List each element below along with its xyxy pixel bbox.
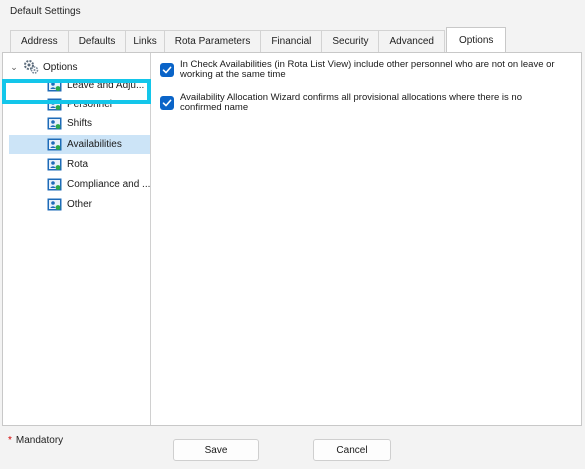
user-card-icon xyxy=(47,178,62,190)
window-title: Default Settings xyxy=(10,6,81,17)
tree-root-options[interactable]: ⌄ Options xyxy=(9,59,77,75)
options-panel: ⌄ Options Leave and Adju... Personnel Sh… xyxy=(2,52,582,426)
checkbox-check-availabilities[interactable] xyxy=(160,63,174,77)
tab-rota-parameters[interactable]: Rota Parameters xyxy=(163,30,262,52)
tree-item-other[interactable]: Other xyxy=(47,195,92,213)
tab-options[interactable]: Options xyxy=(445,27,507,52)
option-label: Availability Allocation Wizard confirms … xyxy=(180,92,522,113)
tab-financial[interactable]: Financial xyxy=(260,30,323,52)
option-check-availabilities[interactable]: In Check Availabilities (in Rota List Vi… xyxy=(160,60,560,80)
tab-bar: Address Defaults Links Rota Parameters F… xyxy=(10,27,507,52)
gears-icon xyxy=(24,60,39,74)
mandatory-label: Mandatory xyxy=(15,435,64,446)
user-card-icon xyxy=(47,138,62,150)
mandatory-star: * xyxy=(8,435,12,446)
checkbox-allocation-wizard[interactable] xyxy=(160,96,174,110)
checkmark-icon xyxy=(162,66,172,74)
tree-item-rota[interactable]: Rota xyxy=(47,155,88,173)
option-allocation-wizard[interactable]: Availability Allocation Wizard confirms … xyxy=(160,93,560,113)
options-tree: ⌄ Options Leave and Adju... Personnel Sh… xyxy=(3,53,151,425)
tree-root-label: Options xyxy=(43,61,78,73)
tab-advanced[interactable]: Advanced xyxy=(378,30,445,52)
tree-item-label: Rota xyxy=(67,158,89,170)
tree-item-label: Shifts xyxy=(67,117,93,129)
user-card-icon xyxy=(47,117,62,129)
tab-address[interactable]: Address xyxy=(10,30,69,52)
tree-item-shifts[interactable]: Shifts xyxy=(47,114,92,132)
tree-item-label: Availabilities xyxy=(67,138,122,150)
option-label: In Check Availabilities (in Rota List Vi… xyxy=(180,59,555,80)
user-card-icon xyxy=(47,198,62,210)
cancel-button[interactable]: Cancel xyxy=(313,439,391,461)
tree-item-availabilities[interactable]: Availabilities xyxy=(47,135,122,153)
chevron-down-icon[interactable]: ⌄ xyxy=(9,62,19,72)
save-button[interactable]: Save xyxy=(173,439,259,461)
selection-highlight-frame xyxy=(2,79,151,104)
tree-item-label: Compliance and ... xyxy=(67,178,151,190)
options-content: In Check Availabilities (in Rota List Vi… xyxy=(155,53,581,425)
tree-item-label: Other xyxy=(67,198,93,210)
tab-links[interactable]: Links xyxy=(125,30,165,52)
tree-item-compliance[interactable]: Compliance and ... xyxy=(47,175,150,193)
tab-security[interactable]: Security xyxy=(321,30,380,52)
tab-defaults[interactable]: Defaults xyxy=(67,30,127,52)
checkmark-icon xyxy=(162,99,172,107)
user-card-icon xyxy=(47,158,62,170)
mandatory-note: * Mandatory xyxy=(8,435,63,446)
